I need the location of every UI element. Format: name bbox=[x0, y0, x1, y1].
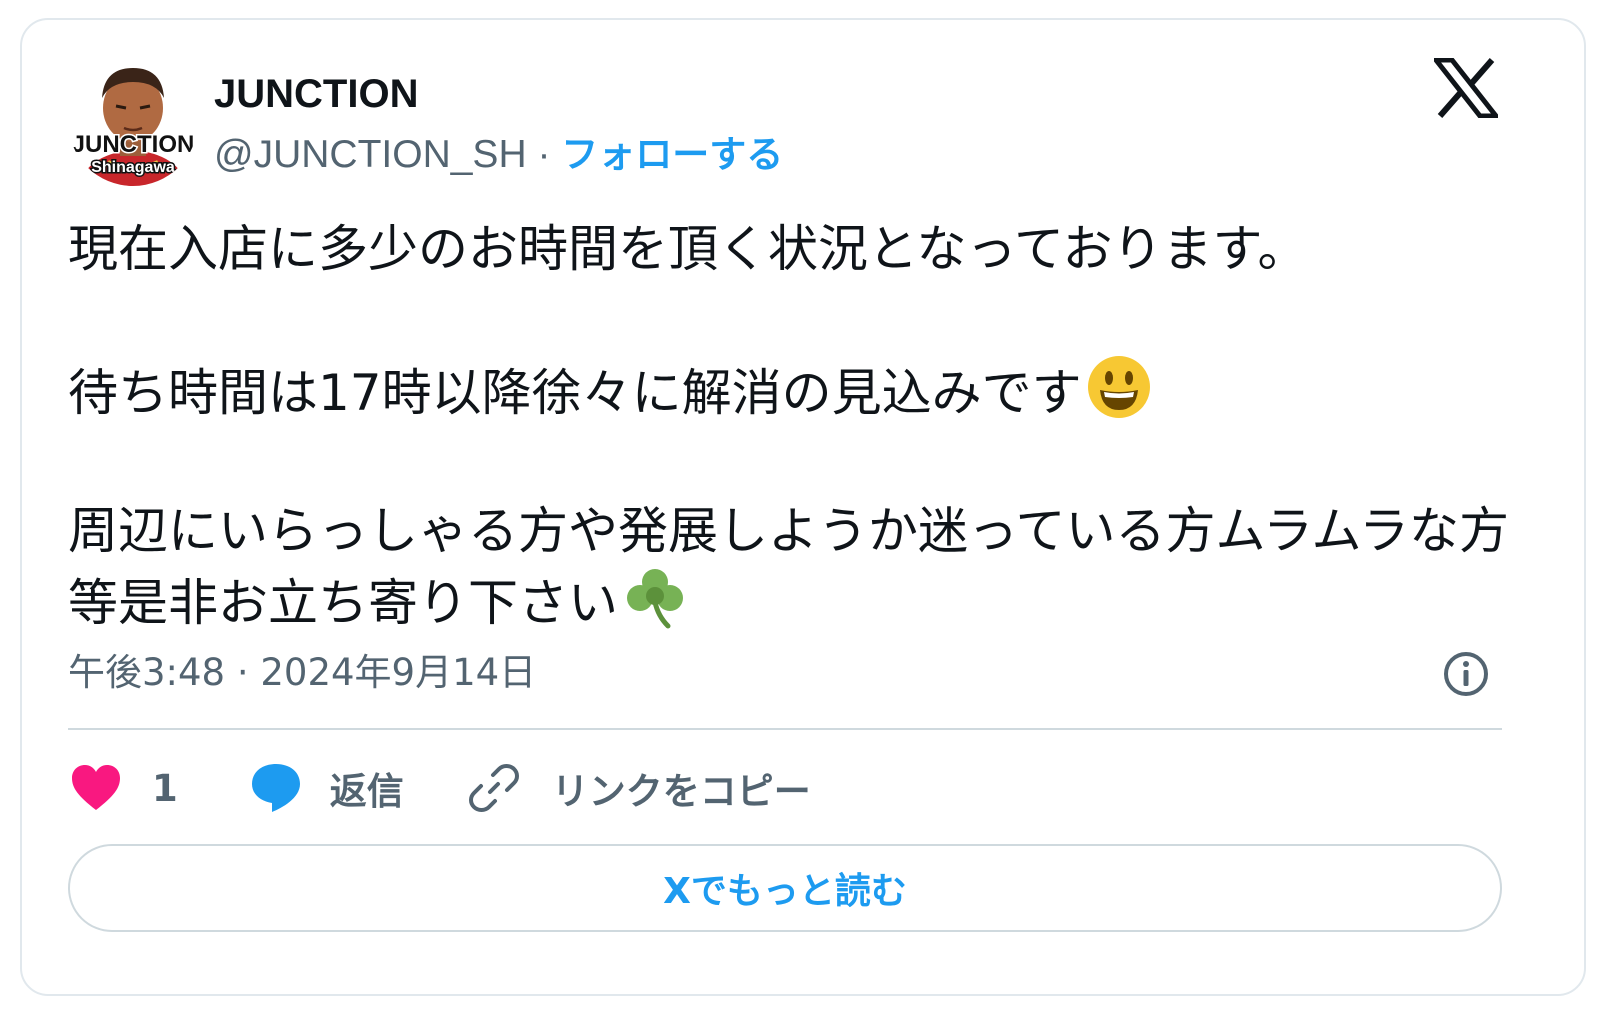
tweet-paragraph: 現在入店に多少のお時間を頂く状況となっております。 bbox=[68, 216, 1538, 282]
avatar[interactable]: JUNCTION Shinagawa bbox=[68, 56, 198, 186]
read-more-on-x-button[interactable]: Xでもっと読む bbox=[68, 844, 1502, 932]
divider bbox=[68, 728, 1502, 730]
like-button[interactable]: 1 bbox=[68, 760, 178, 816]
speech-bubble-icon bbox=[251, 764, 300, 812]
reply-button[interactable]: 返信 bbox=[248, 760, 404, 816]
tweet-paragraph: 周辺にいらっしゃる方や発展しようか迷っている方ムラムラな方等是非お立ち寄り下さい bbox=[68, 498, 1538, 636]
embedded-tweet-card: JUNCTION Shinagawa JUNCTION @JUNCTION_SH… bbox=[20, 18, 1586, 996]
avatar-logo-text: JUNCTION bbox=[72, 131, 195, 158]
author-display-name[interactable]: JUNCTION bbox=[214, 72, 418, 116]
separator-dot: · bbox=[526, 133, 562, 176]
x-logo-icon[interactable] bbox=[1434, 58, 1498, 118]
tweet-actions-bar: 1 返信 リンクをコピー bbox=[68, 760, 811, 816]
shamrock-emoji-icon bbox=[627, 569, 683, 629]
info-icon[interactable] bbox=[1442, 650, 1490, 698]
tweet-text-line: 待ち時間は17時以降徐々に解消の見込みです bbox=[68, 364, 1082, 422]
heart-icon bbox=[72, 765, 120, 810]
avatar-illustration-icon: JUNCTION Shinagawa bbox=[68, 56, 198, 186]
like-count: 1 bbox=[152, 766, 178, 810]
author-handle[interactable]: @JUNCTION_SH bbox=[214, 133, 527, 176]
copy-link-label: リンクをコピー bbox=[551, 770, 811, 813]
link-icon bbox=[468, 764, 519, 812]
smiling-face-emoji-icon bbox=[1087, 356, 1150, 418]
read-more-label: Xでもっと読む bbox=[663, 871, 907, 912]
tweet-timestamp[interactable]: 午後3:48 · 2024年9月14日 bbox=[68, 650, 536, 696]
tweet-text-line: 周辺にいらっしゃる方や発展しようか迷っている方ムラムラな方等是非お立ち寄り下さい bbox=[68, 502, 1509, 632]
tweet-paragraph: 待ち時間は17時以降徐々に解消の見込みです bbox=[68, 354, 1538, 426]
author-meta-line: @JUNCTION_SH · フォローする bbox=[214, 132, 783, 178]
copy-link-button[interactable]: リンクをコピー bbox=[466, 760, 811, 816]
reply-label: 返信 bbox=[329, 770, 404, 813]
avatar-logo-subtext: Shinagawa bbox=[91, 159, 175, 176]
tweet-body: 現在入店に多少のお時間を頂く状況となっております。 待ち時間は17時以降徐々に解… bbox=[68, 216, 1538, 636]
follow-button[interactable]: フォローする bbox=[561, 133, 783, 176]
tweet-text-line: 現在入店に多少のお時間を頂く状況となっております。 bbox=[68, 220, 1308, 278]
